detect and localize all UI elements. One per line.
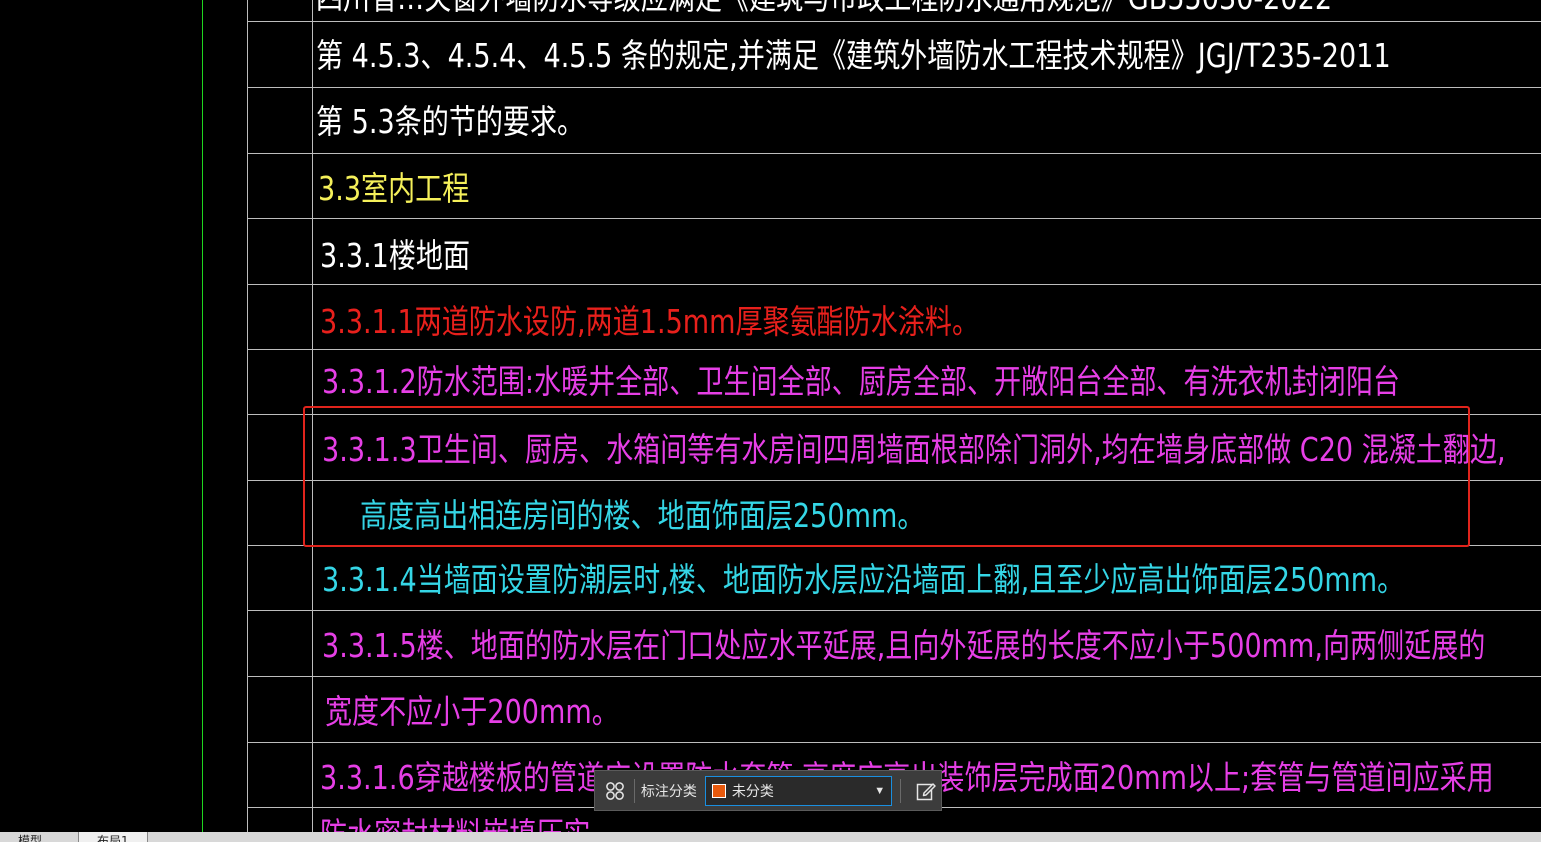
drawing-text-line[interactable]: 第 5.3条的节的要求。 (316, 102, 584, 142)
layout-tab-bar: 模型 布局1 (0, 832, 1541, 842)
table-row-line (247, 610, 1541, 611)
drawing-text-line[interactable]: 防水密封材料嵌填压实。 (320, 815, 618, 832)
table-row-line (247, 676, 1541, 677)
table-row-line (247, 742, 1541, 743)
table-row-line (247, 87, 1541, 88)
category-color-swatch (711, 783, 726, 798)
annotation-category-label: 标注分类 (640, 782, 697, 799)
section-heading-3-3-1[interactable]: 3.3.1楼地面 (320, 236, 470, 276)
chevron-down-icon: ▼ (874, 784, 886, 797)
toolbar-separator (633, 778, 635, 803)
grid-icon[interactable] (602, 778, 628, 804)
green-axis-line (202, 0, 203, 832)
drawing-text-line[interactable]: 3.3.1.5楼、地面的防水层在门口处应水平延展,且向外延展的长度不应小于500… (322, 626, 1485, 666)
drawing-text-line[interactable]: 3.3.1.1两道防水设防,两道1.5mm厚聚氨酯防水涂料。 (320, 302, 979, 342)
category-select-value: 未分类 (731, 782, 774, 799)
cad-drawing-canvas[interactable]: 四川省…关窗外墙防水等级应满足《建筑与市政工程防水通用规范》GB55030-20… (0, 0, 1541, 832)
drawing-text-line[interactable]: 宽度不应小于200mm。 (325, 692, 619, 732)
section-heading-3-3[interactable]: 3.3室内工程 (318, 169, 469, 209)
drawing-text-line[interactable]: 第 4.5.3、4.5.4、4.5.5 条的规定,并满足《建筑外墙防水工程技术规… (316, 36, 1391, 76)
tab-layout1[interactable]: 布局1 (78, 832, 148, 842)
drawing-text-line[interactable]: 四川省…关窗外墙防水等级应满足《建筑与市政工程防水通用规范》GB55030-20… (316, 0, 1332, 18)
category-select[interactable]: 未分类 ▼ (704, 775, 893, 806)
table-border-left (247, 0, 248, 832)
drawing-text-line[interactable]: 3.3.1.2防水范围:水暖井全部、卫生间全部、厨房全部、开敞阳台全部、有洗衣机… (322, 362, 1400, 402)
table-row-line (247, 153, 1541, 154)
annotation-toolbar: 标注分类 未分类 ▼ (594, 770, 942, 811)
table-row-line (247, 21, 1541, 22)
drawing-text-line[interactable]: 3.3.1.4当墙面设置防潮层时,楼、地面防水层应沿墙面上翻,且至少应高出饰面层… (322, 560, 1404, 600)
tab-model[interactable]: 模型 (18, 832, 42, 842)
table-row-line (247, 349, 1541, 350)
table-row-line (247, 284, 1541, 285)
toolbar-separator (900, 778, 902, 803)
table-row-line (247, 218, 1541, 219)
edit-icon[interactable] (911, 776, 941, 806)
highlight-rectangle (303, 406, 1470, 547)
